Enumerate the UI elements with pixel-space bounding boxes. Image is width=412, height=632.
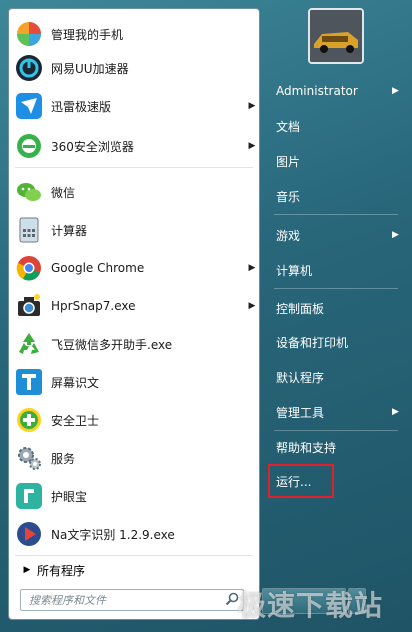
place-games[interactable]: 游戏 ▶: [268, 220, 404, 250]
menu-item-label: 护眼宝: [51, 489, 88, 504]
separator: [274, 288, 398, 289]
start-menu: 管理我的手机 网易UU加速器 迅雷极速版 ▶ 360安全浏览器 ▶ 微信 计算器…: [0, 0, 412, 632]
place-administrator[interactable]: Administrator ▶: [268, 76, 404, 106]
menu-item-phone-manager[interactable]: 管理我的手机: [9, 17, 259, 51]
recycle-icon: [13, 328, 45, 360]
calculator-icon: [13, 214, 45, 246]
eye-protect-icon: [13, 480, 45, 512]
separator: [15, 167, 253, 168]
place-label: 音乐: [276, 189, 301, 204]
menu-item-calculator[interactable]: 计算器: [9, 213, 259, 247]
place-devices-printers[interactable]: 设备和打印机: [268, 327, 404, 357]
submenu-arrow-icon[interactable]: ▶: [245, 263, 259, 273]
all-programs-button[interactable]: ▶ 所有程序: [17, 557, 261, 583]
place-control-panel[interactable]: 控制面板: [268, 293, 404, 323]
menu-item-label: 飞豆微信多开助手.exe: [51, 337, 173, 352]
separator: [274, 430, 398, 431]
menu-item-label: 网易UU加速器: [51, 61, 129, 76]
phone-manager-icon: [13, 18, 45, 50]
menu-item-security-guard[interactable]: 安全卫士: [9, 403, 259, 437]
place-computer[interactable]: 计算机: [268, 255, 404, 285]
place-label: 默认程序: [276, 370, 325, 385]
place-label: Administrator: [276, 84, 358, 98]
menu-item-uu-accelerator[interactable]: 网易UU加速器: [9, 51, 259, 85]
menu-item-label: 安全卫士: [51, 413, 100, 428]
menu-item-xunlei[interactable]: 迅雷极速版 ▶: [9, 89, 259, 123]
separator: [274, 214, 398, 215]
menu-item-label: 管理我的手机: [51, 27, 124, 42]
submenu-arrow-icon[interactable]: ▶: [245, 101, 259, 111]
menu-item-feidou[interactable]: 飞豆微信多开助手.exe: [9, 327, 259, 361]
place-admin-tools[interactable]: 管理工具 ▶: [268, 397, 404, 427]
menu-item-label: 微信: [51, 185, 76, 200]
menu-item-hprsnap[interactable]: HprSnap7.exe ▶: [9, 289, 259, 323]
place-default-programs[interactable]: 默认程序: [268, 362, 404, 392]
browser-360-icon: [13, 130, 45, 162]
search-placeholder: 搜索程序和文件: [29, 594, 106, 607]
menu-item-label: 屏幕识文: [51, 375, 100, 390]
place-music[interactable]: 音乐: [268, 181, 404, 211]
camera-icon: [13, 290, 45, 322]
menu-item-google-chrome[interactable]: Google Chrome ▶: [9, 251, 259, 285]
text-recognition-icon: [13, 366, 45, 398]
place-label: 帮助和支持: [276, 440, 337, 455]
submenu-arrow-icon[interactable]: ▶: [245, 141, 259, 151]
place-label: 管理工具: [276, 405, 325, 420]
menu-item-label: 服务: [51, 451, 76, 466]
user-avatar[interactable]: [308, 8, 364, 64]
menu-item-na-ocr[interactable]: Na文字识别 1.2.9.exe: [9, 517, 259, 551]
place-label: 文档: [276, 119, 301, 134]
submenu-arrow-icon[interactable]: ▶: [392, 86, 404, 96]
submenu-arrow-icon[interactable]: ▶: [392, 407, 404, 417]
submenu-arrow-icon[interactable]: ▶: [245, 301, 259, 311]
place-label: 控制面板: [276, 301, 325, 316]
wechat-icon: [13, 176, 45, 208]
menu-item-label: 360安全浏览器: [51, 139, 134, 154]
menu-item-360-browser[interactable]: 360安全浏览器 ▶: [9, 129, 259, 163]
highlight-box: [268, 464, 334, 498]
xunlei-icon: [13, 90, 45, 122]
menu-item-eye-protect[interactable]: 护眼宝: [9, 479, 259, 513]
menu-item-wechat[interactable]: 微信: [9, 175, 259, 209]
search-input[interactable]: 搜索程序和文件: [20, 589, 244, 611]
programs-panel: 管理我的手机 网易UU加速器 迅雷极速版 ▶ 360安全浏览器 ▶ 微信 计算器…: [8, 8, 260, 620]
place-label: 设备和打印机: [276, 335, 349, 350]
places-panel: Administrator ▶ 文档 图片 音乐 游戏 ▶ 计算机 控制面板 设…: [262, 0, 412, 632]
menu-item-label: Na文字识别 1.2.9.exe: [51, 527, 175, 542]
watermark: 极速下载站: [238, 589, 384, 622]
menu-item-label: 迅雷极速版: [51, 99, 112, 114]
uu-accelerator-icon: [13, 52, 45, 84]
place-label: 计算机: [276, 263, 313, 278]
menu-item-services[interactable]: 服务: [9, 441, 259, 475]
expand-arrow-icon: ▶: [23, 565, 31, 575]
menu-item-label: HprSnap7.exe: [51, 299, 136, 313]
menu-item-screen-text[interactable]: 屏幕识文: [9, 365, 259, 399]
all-programs-label: 所有程序: [37, 563, 86, 578]
menu-item-label: Google Chrome: [51, 261, 145, 275]
services-gear-icon: [13, 442, 45, 474]
menu-item-label: 计算器: [51, 223, 88, 238]
place-help-support[interactable]: 帮助和支持: [268, 432, 404, 462]
place-label: 游戏: [276, 228, 301, 243]
na-ocr-icon: [13, 518, 45, 550]
place-label: 图片: [276, 154, 301, 169]
security-guard-icon: [13, 404, 45, 436]
place-documents[interactable]: 文档: [268, 111, 404, 141]
separator: [15, 555, 253, 556]
submenu-arrow-icon[interactable]: ▶: [392, 230, 404, 240]
chrome-icon: [13, 252, 45, 284]
place-pictures[interactable]: 图片: [268, 146, 404, 176]
